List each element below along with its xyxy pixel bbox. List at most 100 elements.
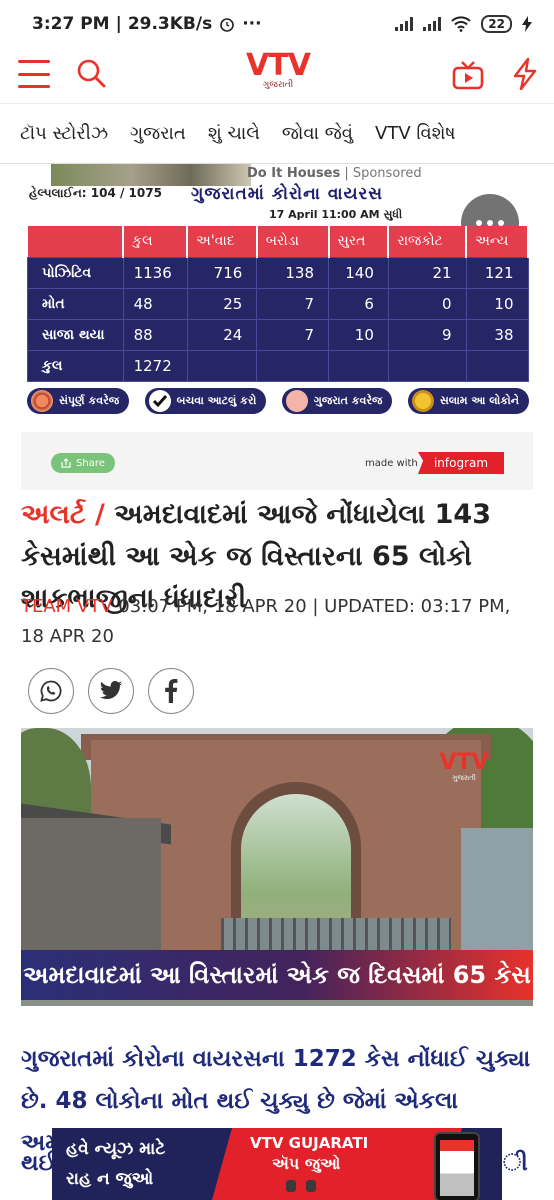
table-cell: 6 (328, 287, 389, 320)
banner-line-1: હવે ન્યૂઝ માટે (66, 1139, 166, 1159)
social-share (28, 668, 194, 714)
table-row: પોઝિટિવ 1136 716 138 140 21 121 (27, 256, 529, 289)
table-cell: 138 (256, 256, 330, 289)
infographic-title: ગુજરાતમાં કોરોના વાયરસ (191, 184, 384, 204)
banner-brand: VTV GUJARATI (250, 1134, 369, 1152)
table-cell: 7 (256, 318, 330, 351)
twitter-icon (100, 681, 122, 700)
article-image[interactable]: VTV ગુજરાતી અમદાવાદમાં આ વિસ્તારમાં એક જ… (21, 728, 533, 1006)
search-icon[interactable] (76, 58, 106, 88)
gujarat-map-icon (285, 390, 308, 412)
article-body-tail-right: ી (503, 1150, 528, 1176)
battery-icon: 22 (481, 15, 512, 33)
precautions-button[interactable]: બચવા આટલું કરો (144, 388, 267, 414)
signal-icon-2 (423, 17, 442, 31)
table-cell: 7 (256, 287, 330, 320)
app-header: VTV ગુજરાતી (0, 48, 554, 104)
table-cell: 25 (186, 287, 258, 320)
status-bar: 3:27 PM | 29.3KB/s ··· 22 (0, 0, 554, 48)
android-icon (286, 1180, 296, 1192)
wifi-icon (451, 16, 471, 32)
table-header: સુરત (328, 226, 390, 257)
twitter-share-button[interactable] (88, 668, 134, 714)
whatsapp-icon (40, 680, 62, 702)
cases-table: કુલ અ'વાદ બરોડા સુરત રાજકોટ અન્ય પોઝિટિવ… (27, 226, 529, 382)
table-cell: 0 (387, 287, 467, 320)
row-label: પોઝિટિવ (27, 256, 124, 289)
medal-icon (411, 390, 434, 412)
share-icon (61, 458, 71, 468)
image-watermark-logo: VTV ગુજરાતી (439, 750, 489, 783)
table-cell (387, 349, 467, 382)
ad-source: Do It Houses (247, 166, 341, 181)
virus-icon (31, 390, 53, 412)
logo-text: VTV (246, 48, 311, 83)
banner-line-2: રાહ ન જુઓ (66, 1169, 154, 1189)
table-cell: 21 (387, 256, 467, 289)
table-row: કુલ 1272 (27, 349, 529, 382)
gujarat-coverage-button[interactable]: ગુજરાત કવરેજ (281, 388, 393, 414)
banner-cta: ઍપ જુઓ (272, 1154, 341, 1173)
helpline: હેલ્પલાઈન: 104 / 1075 (29, 186, 162, 200)
table-cell: 38 (465, 318, 529, 351)
more-notifications-icon: ··· (242, 14, 262, 34)
vtv-logo[interactable]: VTV ગુજરાતી (240, 48, 316, 91)
net-speed: 29.3KB/s (127, 14, 213, 34)
row-label: મોત (27, 287, 124, 320)
table-header: બરોડા (256, 226, 330, 257)
table-cell: 88 (122, 318, 188, 351)
table-header: રાજકોટ (388, 226, 468, 257)
facebook-icon (165, 679, 178, 703)
table-cell: 48 (122, 287, 188, 320)
image-caption: અમદાવાદમાં આ વિસ્તારમાં એક જ દિવસમાં 65 … (21, 950, 533, 1000)
table-header: અ'વાદ (187, 226, 258, 257)
table-header (27, 226, 125, 257)
menu-icon[interactable] (18, 60, 50, 88)
infogram-footer: Share made with infogram (21, 432, 533, 490)
facebook-share-button[interactable] (148, 668, 194, 714)
ad-image (51, 164, 251, 186)
check-icon (148, 390, 171, 412)
article-byline: TEAM VTV 03:07 PM, 18 APR 20 | UPDATED: … (21, 592, 531, 652)
table-cell (328, 349, 389, 382)
table-cell: 9 (387, 318, 467, 351)
tab-top-stories[interactable]: ટૉપ સ્ટોરીઝ (20, 123, 108, 144)
tab-gujarat[interactable]: ગુજરાત (130, 123, 186, 144)
category-tabs: ટૉપ સ્ટોરીઝ ગુજરાત શું ચાલે જોવા જેવું V… (0, 104, 554, 164)
live-tv-icon[interactable] (452, 60, 484, 90)
infographic-date: 17 April 11:00 AM સુધી (269, 208, 403, 221)
app-promo-banner[interactable]: હવે ન્યૂઝ માટે રાહ ન જુઓ VTV GUJARATI ઍપ… (52, 1128, 502, 1200)
coverage-links: સંપૂર્ણ કવરેજ બચવા આટલું કરો ગુજરાત કવરે… (27, 388, 529, 418)
table-header: અન્ય (466, 226, 529, 257)
salute-button[interactable]: સલામ આ લોકોને (407, 388, 529, 414)
table-cell: 140 (328, 256, 389, 289)
full-coverage-button[interactable]: સંપૂર્ણ કવરેજ (27, 388, 130, 414)
share-button[interactable]: Share (51, 453, 115, 473)
flash-news-icon[interactable] (512, 58, 538, 90)
whatsapp-share-button[interactable] (28, 668, 74, 714)
tab-vtv-vishesh[interactable]: VTV વિશેષ (375, 123, 456, 144)
table-cell: 10 (465, 287, 529, 320)
table-cell (465, 349, 529, 382)
table-cell: 716 (186, 256, 258, 289)
table-header-row: કુલ અ'વાદ બરોડા સુરત રાજકોટ અન્ય (27, 226, 529, 257)
infogram-logo[interactable]: infogram (418, 452, 504, 474)
table-row: મોત 48 25 7 6 0 10 (27, 287, 529, 320)
table-cell: 10 (328, 318, 389, 351)
corona-infographic: હેલ્પલાઈન: 104 / 1075 ગુજરાતમાં કોરોના વ… (21, 184, 533, 432)
apple-icon (306, 1180, 316, 1192)
article-tag[interactable]: અલર્ટ / (21, 499, 105, 530)
tab-jova-jevu[interactable]: જોવા જેવું (282, 123, 353, 144)
table-cell (186, 349, 258, 382)
table-cell: 24 (186, 318, 258, 351)
table-cell (256, 349, 330, 382)
table-row: સાજા થયા 88 24 7 10 9 38 (27, 318, 529, 351)
row-label: સાજા થયા (27, 318, 124, 351)
table-cell: 1136 (122, 256, 188, 289)
made-with-label: made with (365, 458, 418, 469)
tab-shu-chale[interactable]: શું ચાલે (208, 123, 260, 144)
signal-icon (395, 17, 414, 31)
author[interactable]: TEAM VTV (21, 596, 113, 617)
table-header: કુલ (123, 226, 189, 257)
sponsored-ad[interactable]: Do It Houses | Sponsored (21, 164, 533, 186)
